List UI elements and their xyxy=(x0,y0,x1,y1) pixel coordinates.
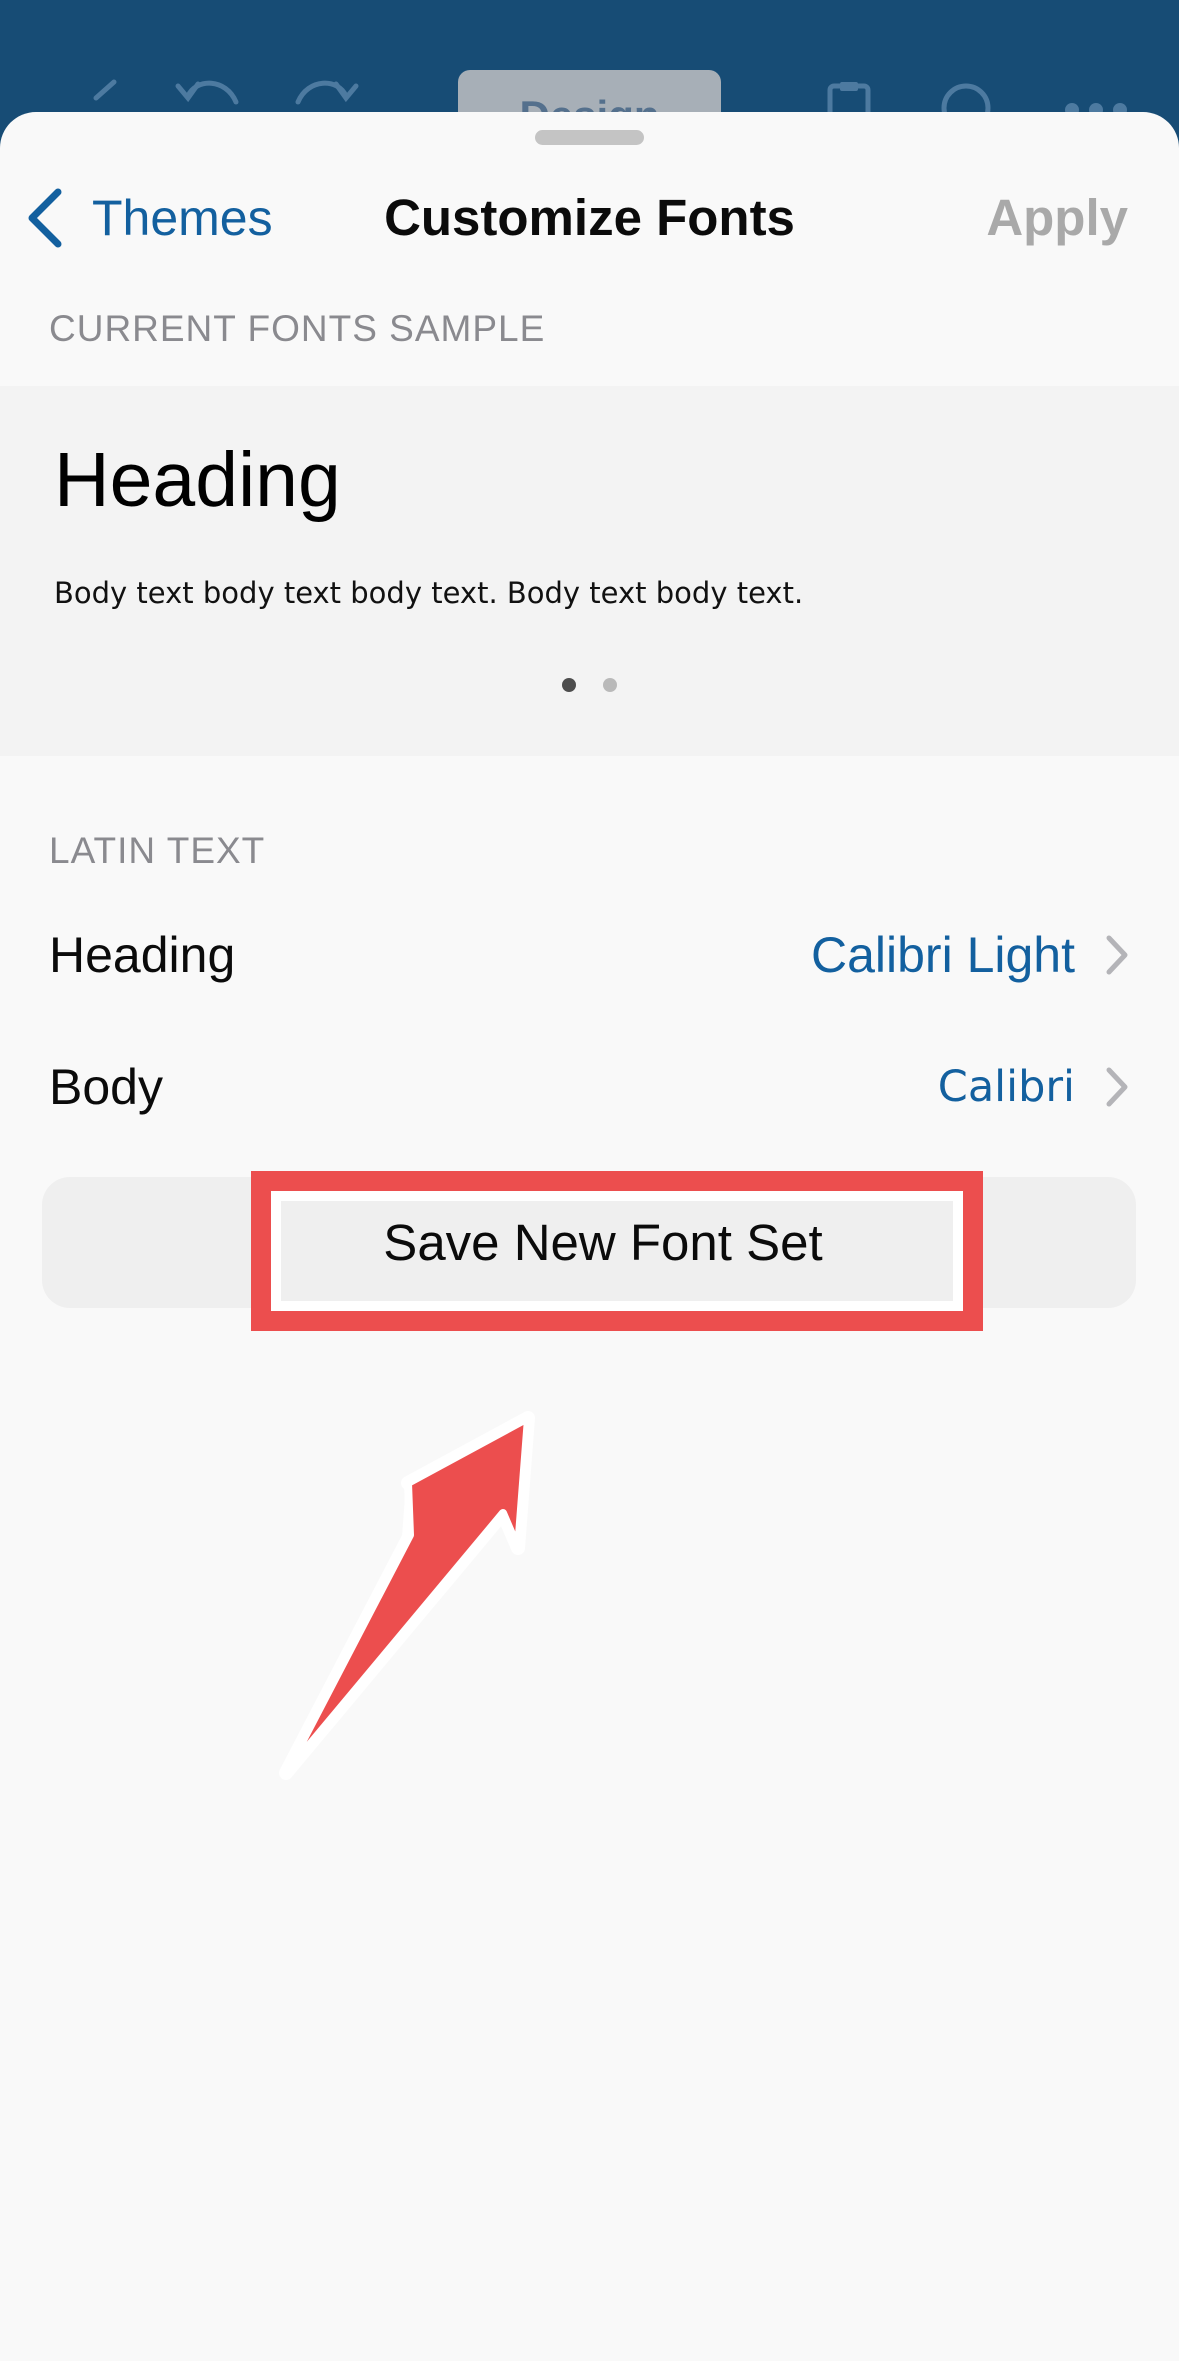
save-new-font-set-button[interactable]: Save New Font Set xyxy=(42,1177,1136,1308)
sample-heading-text: Heading xyxy=(54,437,341,523)
section-header-current-fonts-sample: CURRENT FONTS SAMPLE xyxy=(49,308,546,349)
row-value: Calibri Light xyxy=(810,927,1075,983)
row-label: Heading xyxy=(49,927,236,983)
body-font-row[interactable]: Body Calibri xyxy=(0,1022,1179,1152)
page-dot-2 xyxy=(603,678,617,692)
customize-fonts-sheet: Themes Customize Fonts Apply CURRENT FON… xyxy=(0,112,1179,2361)
row-value: Calibri xyxy=(937,1062,1075,1112)
chevron-left-icon xyxy=(28,188,62,248)
back-button-label: Themes xyxy=(92,190,273,246)
sheet-grabber[interactable] xyxy=(535,130,644,145)
page-dot-1 xyxy=(562,678,576,692)
chevron-right-icon xyxy=(1106,935,1128,975)
save-button-label: Save New Font Set xyxy=(383,1214,823,1271)
page-indicator[interactable] xyxy=(0,678,1179,692)
chevron-right-icon xyxy=(1106,1067,1128,1107)
font-sample-panel[interactable]: Heading Body text body text body text. B… xyxy=(0,386,1179,756)
apply-button[interactable]: Apply xyxy=(986,178,1128,258)
row-label: Body xyxy=(49,1059,163,1115)
section-header-latin-text: LATIN TEXT xyxy=(49,830,266,871)
sample-body-text: Body text body text body text. Body text… xyxy=(54,576,804,610)
heading-font-row[interactable]: Heading Calibri Light xyxy=(0,890,1179,1020)
back-to-themes-button[interactable]: Themes xyxy=(24,178,273,258)
